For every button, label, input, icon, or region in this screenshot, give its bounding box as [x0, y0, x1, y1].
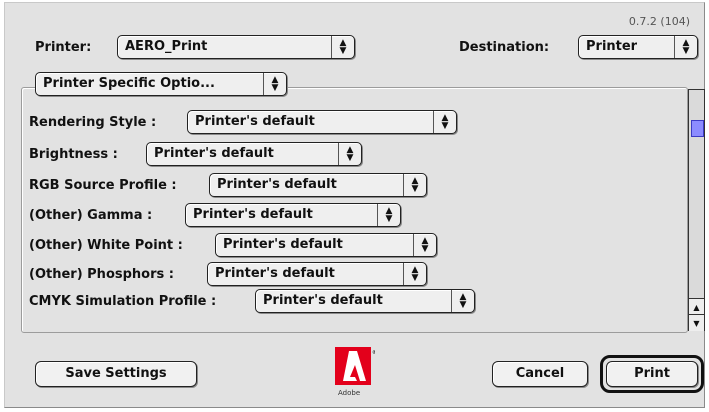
- other-gamma-popup[interactable]: Printer's default ▲ ▼: [185, 203, 401, 227]
- popup-arrows-icon: ▲ ▼: [403, 174, 426, 196]
- printer-label: Printer:: [35, 40, 92, 55]
- popup-arrows-icon: ▲ ▼: [413, 234, 436, 256]
- other-gamma-label: (Other) Gamma :: [29, 208, 153, 223]
- other-phosphors-label: (Other) Phosphors :: [29, 267, 174, 282]
- rgb-source-profile-label: RGB Source Profile :: [29, 178, 177, 193]
- adobe-logo-icon: ®: [335, 347, 375, 385]
- rendering-style-label: Rendering Style :: [29, 115, 157, 130]
- cancel-button[interactable]: Cancel: [492, 361, 588, 387]
- print-dialog: 0.7.2 (104) Printer: AERO_Print ▲ ▼ Desti…: [4, 2, 705, 408]
- rgb-source-profile-value: Printer's default: [217, 177, 337, 192]
- version-label: 0.7.2 (104): [628, 15, 690, 28]
- adobe-logo-text: Adobe: [338, 389, 361, 397]
- printer-popup[interactable]: AERO_Print ▲ ▼: [117, 35, 355, 59]
- cmyk-simulation-profile-label: CMYK Simulation Profile :: [29, 294, 217, 309]
- other-phosphors-value: Printer's default: [215, 266, 335, 281]
- destination-label: Destination:: [459, 40, 550, 55]
- popup-arrows-icon: ▲ ▼: [338, 143, 361, 165]
- popup-arrows-icon: ▲ ▼: [377, 204, 400, 226]
- brightness-value: Printer's default: [154, 146, 274, 161]
- panel-select-popup[interactable]: Printer Specific Optio... ▲ ▼: [35, 72, 287, 96]
- scroll-up-icon[interactable]: ▲: [689, 298, 704, 315]
- scrollbar-thumb[interactable]: [691, 120, 704, 137]
- brightness-label: Brightness :: [29, 147, 118, 162]
- rendering-style-value: Printer's default: [195, 114, 315, 129]
- other-white-point-popup[interactable]: Printer's default ▲ ▼: [215, 233, 437, 257]
- print-button[interactable]: Print: [606, 361, 698, 387]
- panel-select-value: Printer Specific Optio...: [43, 76, 215, 91]
- scroll-down-icon[interactable]: ▼: [689, 314, 704, 331]
- rgb-source-profile-popup[interactable]: Printer's default ▲ ▼: [209, 173, 427, 197]
- save-settings-button[interactable]: Save Settings: [35, 361, 197, 387]
- other-phosphors-popup[interactable]: Printer's default ▲ ▼: [207, 262, 427, 286]
- brightness-popup[interactable]: Printer's default ▲ ▼: [146, 142, 362, 166]
- popup-arrows-icon: ▲ ▼: [331, 36, 354, 58]
- options-scrollbar[interactable]: ▲ ▼: [688, 89, 705, 331]
- destination-popup-value: Printer: [586, 39, 638, 54]
- cmyk-simulation-profile-popup[interactable]: Printer's default ▲ ▼: [255, 289, 475, 313]
- other-white-point-value: Printer's default: [223, 237, 343, 252]
- popup-arrows-icon: ▲ ▼: [674, 36, 697, 58]
- destination-popup[interactable]: Printer ▲ ▼: [578, 35, 698, 59]
- cmyk-simulation-profile-value: Printer's default: [263, 293, 383, 308]
- other-gamma-value: Printer's default: [193, 207, 313, 222]
- rendering-style-popup[interactable]: Printer's default ▲ ▼: [187, 110, 457, 134]
- printer-popup-value: AERO_Print: [125, 39, 208, 54]
- other-white-point-label: (Other) White Point :: [29, 238, 183, 253]
- popup-arrows-icon: ▲ ▼: [263, 73, 286, 95]
- popup-arrows-icon: ▲ ▼: [451, 290, 474, 312]
- popup-arrows-icon: ▲ ▼: [403, 263, 426, 285]
- svg-text:®: ®: [372, 350, 375, 356]
- popup-arrows-icon: ▲ ▼: [433, 111, 456, 133]
